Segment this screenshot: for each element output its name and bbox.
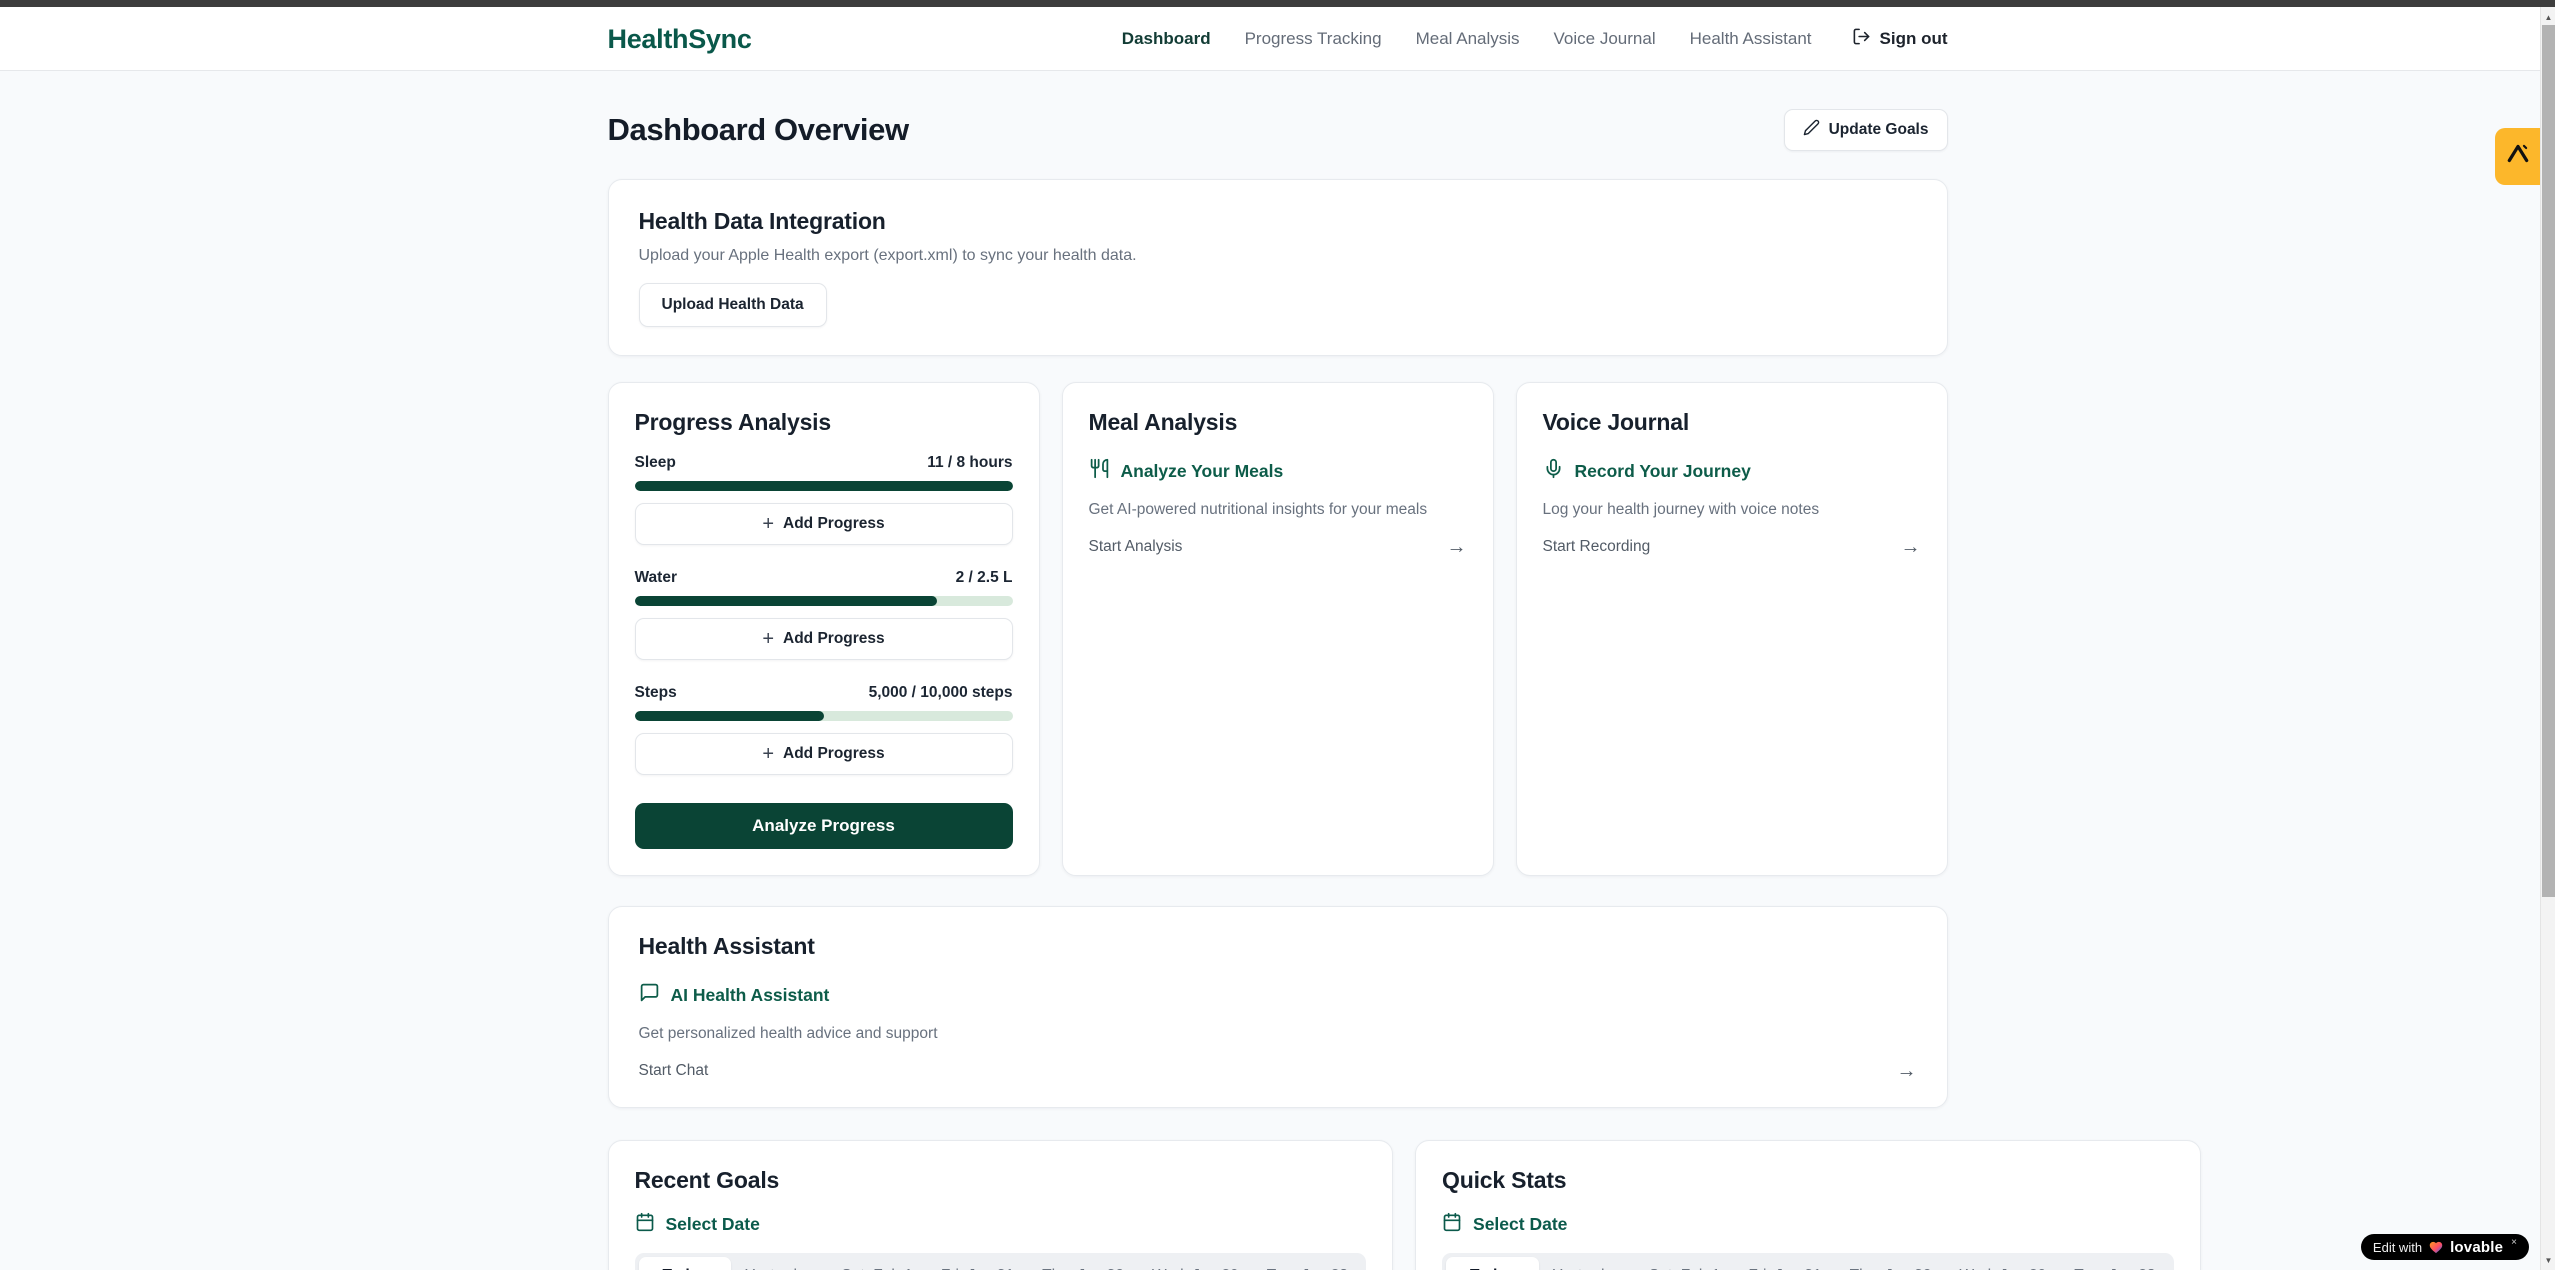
- card-title: Health Assistant: [639, 933, 1917, 960]
- select-date-button[interactable]: Select Date: [1442, 1212, 2174, 1237]
- start-chat-action[interactable]: Start Chat →: [639, 1061, 1917, 1081]
- logout-icon: [1852, 27, 1871, 51]
- progress-analysis-card: Progress Analysis Sleep 11 / 8 hours +Ad…: [608, 382, 1040, 876]
- arrow-right-icon: →: [1897, 1061, 1917, 1081]
- ai-health-assistant-link[interactable]: AI Health Assistant: [639, 982, 1917, 1008]
- mic-icon: [1543, 458, 1564, 484]
- utensils-icon: [1089, 458, 1110, 484]
- nav-meal-analysis[interactable]: Meal Analysis: [1416, 29, 1520, 49]
- nav-progress-tracking[interactable]: Progress Tracking: [1245, 29, 1382, 49]
- edit-with-lovable-badge[interactable]: Edit with lovable ×: [2361, 1234, 2529, 1260]
- card-description: Get personalized health advice and suppo…: [639, 1025, 1917, 1043]
- tab-yesterday[interactable]: Yesterday: [731, 1257, 827, 1270]
- metric-value: 11 / 8 hours: [927, 454, 1012, 472]
- tab-tue-jan-28[interactable]: Tue, Jan 28: [2060, 1257, 2169, 1270]
- add-progress-sleep-button[interactable]: +Add Progress: [635, 503, 1013, 545]
- chat-bubble-icon: [639, 982, 660, 1008]
- metric-label: Sleep: [635, 454, 676, 472]
- plus-icon: +: [762, 628, 774, 651]
- meal-analysis-card: Meal Analysis Analyze Your Meals Get AI-…: [1062, 382, 1494, 876]
- tab-fri-jan-31[interactable]: Fri, Jan 31: [927, 1257, 1028, 1270]
- nav-dashboard[interactable]: Dashboard: [1122, 29, 1211, 49]
- window-top-strip: [0, 0, 2555, 7]
- health-assistant-card: Health Assistant AI Health Assistant Get…: [608, 906, 1948, 1108]
- heart-icon: [2428, 1240, 2444, 1255]
- date-tabs: Today Yesterday Sat, Feb 1 Fri, Jan 31 T…: [635, 1253, 1367, 1270]
- plus-icon: +: [762, 743, 774, 766]
- close-icon[interactable]: ×: [2511, 1237, 2517, 1248]
- arrow-right-icon: →: [1901, 537, 1921, 557]
- quick-stats-card: Quick Stats Select Date Today Yesterday …: [1415, 1140, 2201, 1270]
- card-description: Upload your Apple Health export (export.…: [639, 247, 1917, 265]
- add-progress-water-button[interactable]: +Add Progress: [635, 618, 1013, 660]
- tab-thu-jan-30[interactable]: Thu, Jan 30: [1836, 1257, 1946, 1270]
- pencil-icon: [1803, 119, 1820, 141]
- metric-value: 2 / 2.5 L: [956, 569, 1013, 587]
- extension-side-badge[interactable]: [2495, 128, 2540, 185]
- tab-wed-jan-29[interactable]: Wed, Jan 29: [1138, 1257, 1253, 1270]
- main-nav: Dashboard Progress Tracking Meal Analysi…: [1122, 27, 1948, 51]
- metric-steps: Steps 5,000 / 10,000 steps +Add Progress: [635, 666, 1013, 775]
- sign-out-button[interactable]: Sign out: [1852, 27, 1948, 51]
- card-description: Get AI-powered nutritional insights for …: [1089, 501, 1467, 519]
- tab-sat-feb-1[interactable]: Sat, Feb 1: [1635, 1257, 1735, 1270]
- analyze-progress-button[interactable]: Analyze Progress: [635, 803, 1013, 849]
- metric-label: Water: [635, 569, 678, 587]
- scrollbar-down-arrow[interactable]: ▼: [2541, 1252, 2555, 1268]
- card-description: Log your health journey with voice notes: [1543, 501, 1921, 519]
- site-header: HealthSync Dashboard Progress Tracking M…: [0, 7, 2555, 71]
- arrow-right-icon: →: [1447, 537, 1467, 557]
- tab-today[interactable]: Today: [639, 1257, 732, 1270]
- card-title: Health Data Integration: [639, 208, 1917, 235]
- tab-fri-jan-31[interactable]: Fri, Jan 31: [1734, 1257, 1835, 1270]
- select-date-button[interactable]: Select Date: [635, 1212, 1367, 1237]
- metric-label: Steps: [635, 684, 677, 702]
- calendar-icon: [635, 1212, 655, 1237]
- nav-health-assistant[interactable]: Health Assistant: [1690, 29, 1812, 49]
- card-title: Meal Analysis: [1089, 409, 1467, 436]
- card-title: Quick Stats: [1442, 1167, 2174, 1194]
- start-analysis-action[interactable]: Start Analysis →: [1089, 537, 1467, 557]
- add-progress-steps-button[interactable]: +Add Progress: [635, 733, 1013, 775]
- metric-sleep: Sleep 11 / 8 hours +Add Progress: [635, 436, 1013, 545]
- tab-tue-jan-28[interactable]: Tue, Jan 28: [1253, 1257, 1362, 1270]
- plus-icon: +: [762, 513, 774, 536]
- scrollbar-thumb[interactable]: [2542, 25, 2555, 897]
- health-data-integration-card: Health Data Integration Upload your Appl…: [608, 179, 1948, 356]
- scrollbar-up-arrow[interactable]: ▲: [2541, 9, 2555, 25]
- metric-value: 5,000 / 10,000 steps: [869, 684, 1013, 702]
- card-title: Progress Analysis: [635, 409, 1013, 436]
- page-title: Dashboard Overview: [608, 112, 909, 148]
- vertical-scrollbar[interactable]: ▲ ▼: [2540, 7, 2555, 1270]
- card-title: Voice Journal: [1543, 409, 1921, 436]
- nav-voice-journal[interactable]: Voice Journal: [1554, 29, 1656, 49]
- tab-wed-jan-29[interactable]: Wed, Jan 29: [1946, 1257, 2061, 1270]
- metric-water: Water 2 / 2.5 L +Add Progress: [635, 551, 1013, 660]
- progress-bar-steps: [635, 711, 1013, 721]
- lovable-logo-icon: [2505, 141, 2531, 172]
- update-goals-button[interactable]: Update Goals: [1784, 109, 1948, 151]
- calendar-icon: [1442, 1212, 1462, 1237]
- tab-today[interactable]: Today: [1446, 1257, 1539, 1270]
- voice-journal-card: Voice Journal Record Your Journey Log yo…: [1516, 382, 1948, 876]
- start-recording-action[interactable]: Start Recording →: [1543, 537, 1921, 557]
- card-title: Recent Goals: [635, 1167, 1367, 1194]
- upload-health-data-button[interactable]: Upload Health Data: [639, 283, 827, 327]
- sign-out-label: Sign out: [1880, 29, 1948, 49]
- tab-yesterday[interactable]: Yesterday: [1539, 1257, 1635, 1270]
- main-content: Dashboard Overview Update Goals Health D…: [608, 71, 1948, 1270]
- tab-thu-jan-30[interactable]: Thu, Jan 30: [1028, 1257, 1138, 1270]
- app-logo[interactable]: HealthSync: [608, 24, 752, 55]
- analyze-your-meals-link[interactable]: Analyze Your Meals: [1089, 458, 1467, 484]
- record-your-journey-link[interactable]: Record Your Journey: [1543, 458, 1921, 484]
- tab-sat-feb-1[interactable]: Sat, Feb 1: [827, 1257, 927, 1270]
- progress-bar-sleep: [635, 481, 1013, 491]
- date-tabs: Today Yesterday Sat, Feb 1 Fri, Jan 31 T…: [1442, 1253, 2174, 1270]
- recent-goals-card: Recent Goals Select Date Today Yesterday…: [608, 1140, 1394, 1270]
- progress-bar-water: [635, 596, 1013, 606]
